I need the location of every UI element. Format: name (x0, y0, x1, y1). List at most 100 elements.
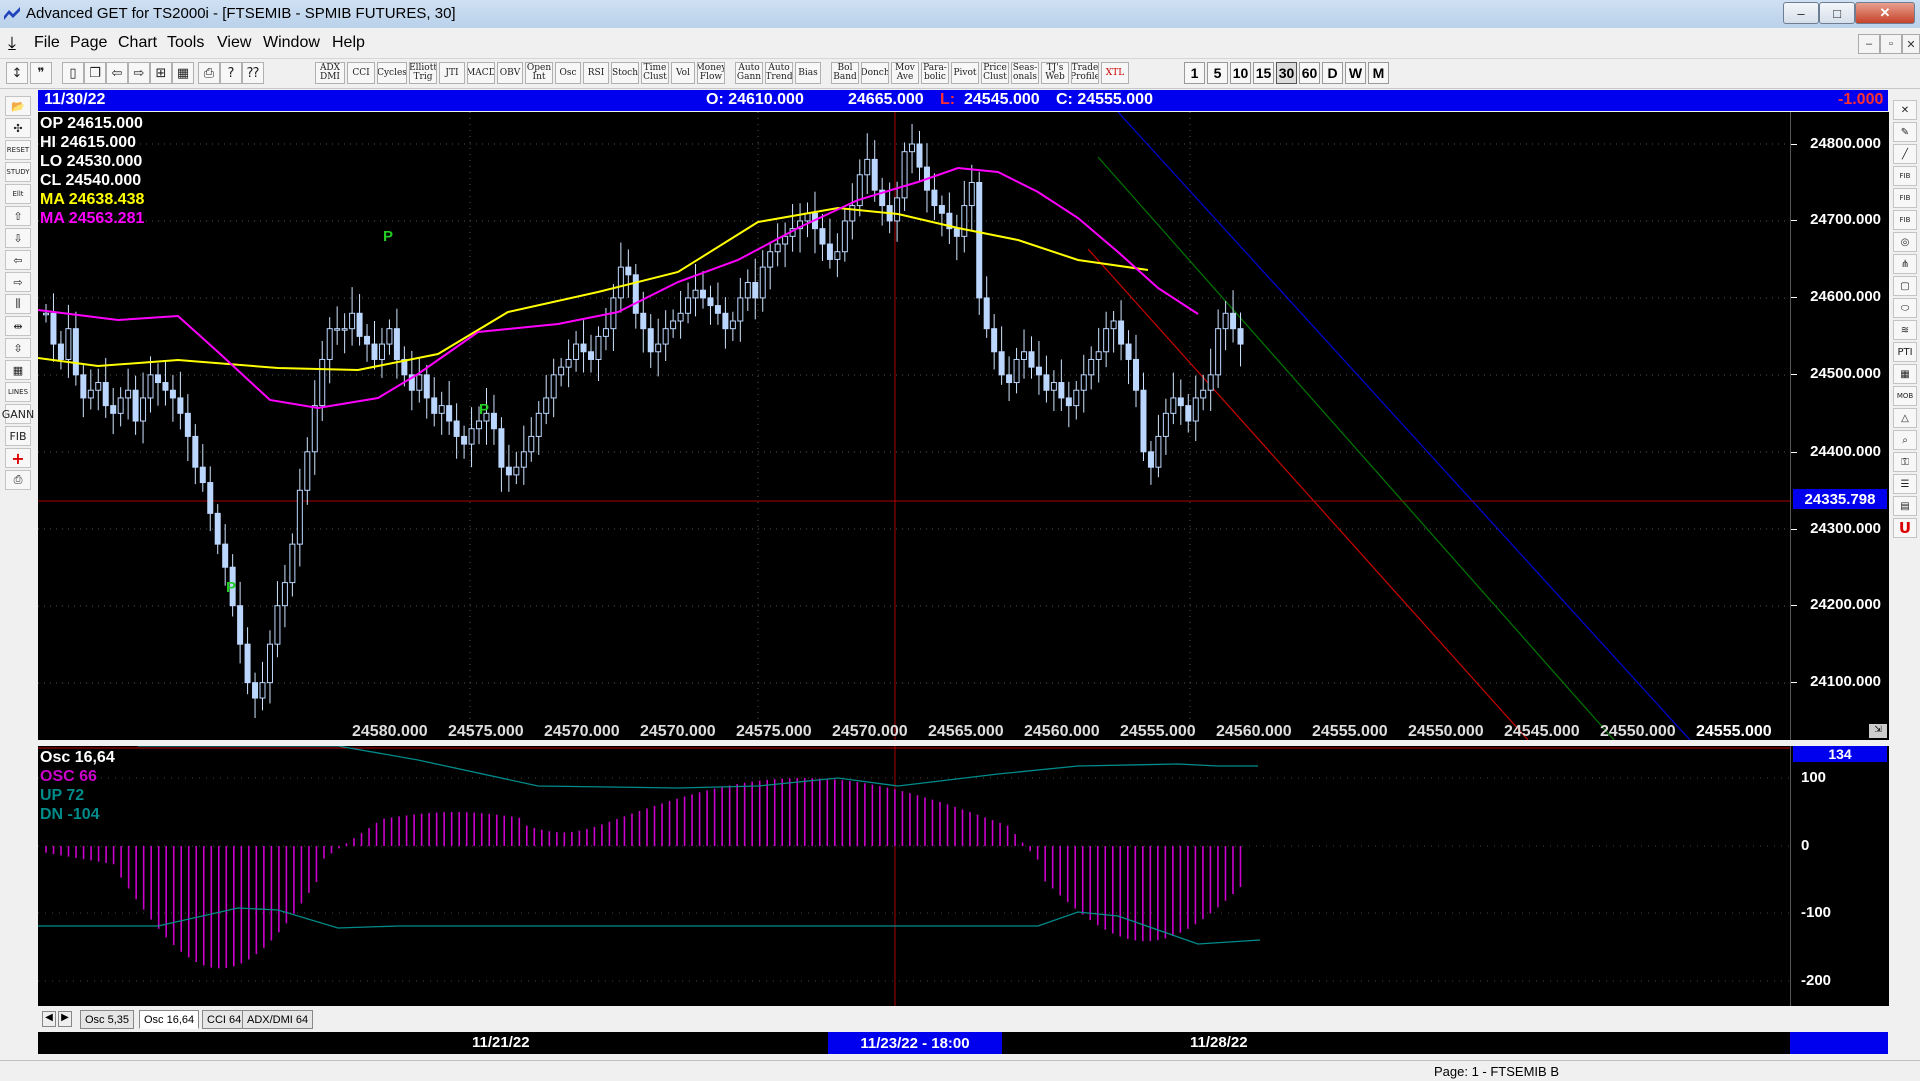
mdi-minimize-button[interactable]: – (1858, 34, 1880, 54)
right-tool-cross-icon[interactable]: ✕ (1893, 100, 1917, 120)
right-tool-ellipse-icon[interactable]: ⬭ (1893, 298, 1917, 318)
price-axis[interactable]: 24800.000 24700.000 24600.000 24500.000 2440… (1790, 112, 1889, 740)
study-button-auto-gann[interactable]: Auto Gann (735, 62, 763, 84)
right-tool-fib-ret[interactable]: FIB (1893, 166, 1917, 186)
menu-window[interactable]: Window (263, 34, 320, 52)
hint-icon[interactable]: ? (220, 62, 242, 84)
study-button-pivot[interactable]: Pivot (951, 62, 979, 84)
left-tool-left-arrow-icon[interactable]: ⇦ (5, 250, 31, 270)
menu-help[interactable]: Help (332, 34, 365, 52)
back-icon[interactable]: ⇦ (106, 62, 128, 84)
study-button-bol-band[interactable]: Bol Band (831, 62, 859, 84)
menu-file[interactable]: File (34, 34, 60, 52)
right-tool-PTI[interactable]: PTI (1893, 342, 1917, 362)
study-button-rsi[interactable]: RSI (583, 62, 609, 84)
timeframe-button-m[interactable]: M (1368, 62, 1389, 84)
price-chart[interactable]: P P P OP 24615.000 HI 24615.000 LO 24530.0… (38, 112, 1790, 740)
mdi-restore-button[interactable]: ▫ (1880, 34, 1902, 54)
study-button-bias[interactable]: Bias (795, 62, 821, 84)
left-tool-elliott[interactable]: Ellt (5, 184, 31, 204)
left-tool-expand-icon[interactable]: ⇹ (5, 316, 31, 336)
left-tool-down-arrow-icon[interactable]: ⇩ (5, 228, 31, 248)
date-axis[interactable]: 11/21/22 11/23/22 - 18:00 11/28/22 (38, 1032, 1790, 1054)
menu-page[interactable]: Page (70, 34, 107, 52)
study-button-mov-ave[interactable]: Mov Ave (891, 62, 919, 84)
tab-scroll-right-icon[interactable]: ▶ (58, 1011, 72, 1027)
quote-icon[interactable]: ❞ (30, 62, 52, 84)
print-icon[interactable]: ⎙ (198, 62, 220, 84)
tab-adx-dmi-64[interactable]: ADX/DMI 64 (242, 1010, 314, 1029)
study-button-para-bolic[interactable]: Para-bolic (921, 62, 949, 84)
timeframe-button-5[interactable]: 5 (1207, 62, 1228, 84)
left-tool-study[interactable]: STUDY (5, 162, 31, 182)
study-button-stoch[interactable]: Stoch (611, 62, 639, 84)
oscillator-chart[interactable]: Osc 16,64 OSC 66 UP 72 DN -104 (38, 746, 1790, 1006)
minimize-button[interactable]: – (1783, 2, 1819, 24)
study-button-vol[interactable]: Vol (671, 62, 695, 84)
crosshair-tool-icon[interactable]: ⊞ (150, 62, 172, 84)
tab-scroll-left-icon[interactable]: ◀ (42, 1011, 56, 1027)
study-button-seas-onals[interactable]: Seas-onals (1011, 62, 1039, 84)
right-tool-triangle-icon[interactable]: △ (1893, 408, 1917, 428)
study-button-macd[interactable]: MACD (467, 62, 495, 84)
study-button-jti[interactable]: JTI (439, 62, 465, 84)
study-button-trade-profile[interactable]: Trade Profile (1071, 62, 1099, 84)
left-tool-open-icon[interactable]: 📂 (5, 96, 31, 116)
right-tool-circle-icon[interactable]: ◎ (1893, 232, 1917, 252)
mdi-close-button[interactable]: ✕ (1902, 34, 1920, 54)
study-button-donch[interactable]: Donch (861, 62, 889, 84)
study-button-open-int[interactable]: Open Int (525, 62, 553, 84)
forward-icon[interactable]: ⇨ (128, 62, 150, 84)
study-button-money-flow[interactable]: Money Flow (697, 62, 725, 84)
study-button-xtl[interactable]: XTL (1101, 62, 1129, 84)
help-cursor-icon[interactable]: ⁇ (242, 62, 264, 84)
pin-icon[interactable]: ⤓ (8, 33, 16, 54)
timeframe-button-d[interactable]: D (1322, 62, 1343, 84)
right-tool-zoom-icon[interactable]: ⌕ (1893, 430, 1917, 450)
right-tool-book-icon[interactable]: ▤ (1893, 496, 1917, 516)
menu-chart[interactable]: Chart (118, 34, 157, 52)
left-tool-bars-icon[interactable]: ⫼ (5, 294, 31, 314)
study-button-cci[interactable]: CCI (347, 62, 375, 84)
right-tool-fib-ext[interactable]: FIB (1893, 188, 1917, 208)
timeframe-button-10[interactable]: 10 (1230, 62, 1251, 84)
study-button-time-clust[interactable]: Time Clust (641, 62, 669, 84)
maximize-button[interactable]: □ (1819, 2, 1855, 24)
left-tool-grid-icon[interactable]: ▦ (5, 360, 31, 380)
right-tool-pencil-icon[interactable]: ✎ (1893, 122, 1917, 142)
cursor-icon[interactable]: ↕ (6, 62, 28, 84)
study-button-obv[interactable]: OBV (497, 62, 523, 84)
tab-osc-5-35[interactable]: Osc 5,35 (80, 1010, 135, 1029)
copy-icon[interactable]: ❐ (84, 62, 106, 84)
right-tool-list-icon[interactable]: ☰ (1893, 474, 1917, 494)
tab-cci-64[interactable]: CCI 64 (202, 1010, 247, 1029)
left-tool-add-icon[interactable]: + (5, 448, 31, 468)
left-tool-compress-icon[interactable]: ⇳ (5, 338, 31, 358)
right-tool-fib-time[interactable]: FIB (1893, 210, 1917, 230)
left-tool-fib[interactable]: FIB (5, 426, 31, 446)
menu-view[interactable]: View (217, 34, 251, 52)
zoom-box-icon[interactable]: ▦ (172, 62, 194, 84)
timeframe-button-60[interactable]: 60 (1299, 62, 1320, 84)
timeframe-button-1[interactable]: 1 (1184, 62, 1205, 84)
study-button-cycles[interactable]: Cycles (377, 62, 407, 84)
right-tool-key-icon[interactable]: ⚿ (1893, 452, 1917, 472)
timeframe-button-15[interactable]: 15 (1253, 62, 1274, 84)
left-tool-lines[interactable]: LINES (5, 382, 31, 402)
tab-osc-16-64[interactable]: Osc 16,64 (139, 1010, 200, 1029)
axis-scale-icon[interactable]: ⇲ (1869, 724, 1887, 738)
right-tool-MOB[interactable]: MOB (1893, 386, 1917, 406)
new-page-icon[interactable]: ▯ (62, 62, 84, 84)
oscillator-axis[interactable]: 134 100 0 -100 -200 (1790, 746, 1889, 1006)
timeframe-button-30[interactable]: 30 (1276, 62, 1297, 84)
left-tool-gann[interactable]: GANN (2, 404, 34, 424)
study-button-auto-trend[interactable]: Auto Trend (765, 62, 793, 84)
left-tool-right-arrow-icon[interactable]: ⇨ (5, 272, 31, 292)
right-tool-U[interactable]: U (1893, 518, 1917, 538)
left-tool-crosshair-icon[interactable]: ✣ (5, 118, 31, 138)
study-button-tj-s-web[interactable]: TJ's Web (1041, 62, 1069, 84)
right-tool-line-icon[interactable]: ╱ (1893, 144, 1917, 164)
right-tool-wave-icon[interactable]: ≋ (1893, 320, 1917, 340)
left-tool-reset[interactable]: RESET (5, 140, 31, 160)
study-button-price-clust[interactable]: Price Clust (981, 62, 1009, 84)
